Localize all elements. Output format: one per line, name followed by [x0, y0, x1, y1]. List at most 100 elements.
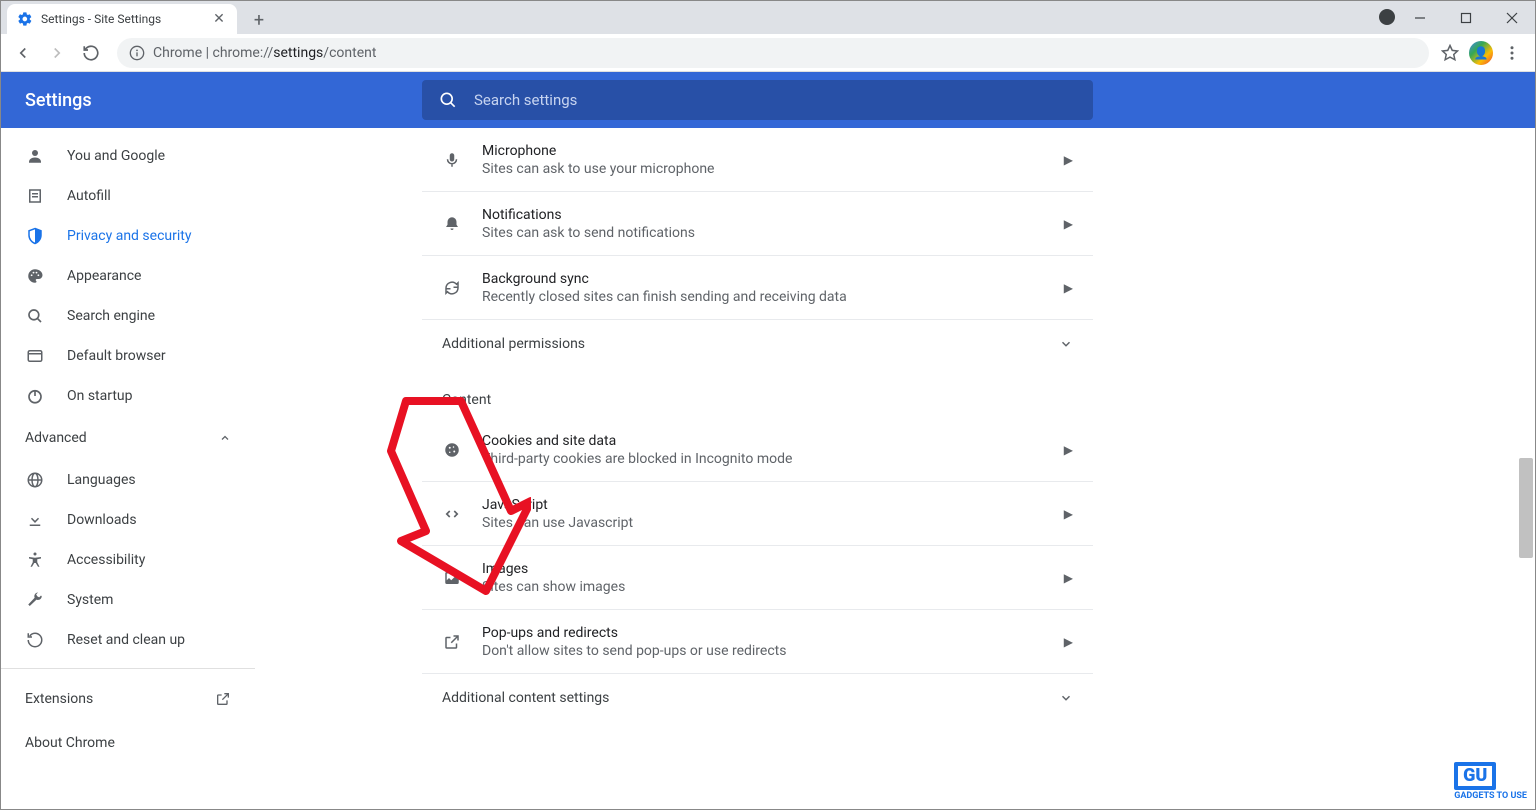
open-external-icon: [215, 691, 231, 707]
sidebar-about-chrome[interactable]: About Chrome: [1, 721, 255, 765]
row-additional-content[interactable]: Additional content settings: [422, 674, 1093, 722]
forward-button[interactable]: [43, 39, 71, 67]
sidebar-item-system[interactable]: System: [1, 580, 243, 620]
sidebar-advanced-toggle[interactable]: Advanced: [1, 416, 255, 460]
back-button[interactable]: [9, 39, 37, 67]
search-settings-box[interactable]: [422, 80, 1093, 120]
sidebar-item-accessibility[interactable]: Accessibility: [1, 540, 243, 580]
sidebar-label: Privacy and security: [67, 228, 191, 244]
sidebar-label: Search engine: [67, 308, 155, 324]
chevron-right-icon: ▶: [1064, 217, 1073, 231]
tab-close-icon[interactable]: ✕: [211, 11, 227, 27]
chevron-right-icon: ▶: [1064, 281, 1073, 295]
search-icon: [25, 307, 45, 325]
window-controls: [1397, 1, 1535, 34]
shield-icon: [25, 227, 45, 245]
sidebar-label: You and Google: [67, 148, 165, 164]
settings-sidebar: You and Google Autofill Privacy and secu…: [1, 128, 255, 809]
sidebar-label: On startup: [67, 388, 133, 404]
globe-icon: [25, 471, 45, 489]
browser-menu-icon[interactable]: [1503, 44, 1521, 62]
accessibility-icon: [25, 551, 45, 569]
chevron-right-icon: ▶: [1064, 571, 1073, 585]
browser-icon: [25, 347, 45, 365]
palette-icon: [25, 267, 45, 285]
row-sub: Sites can ask to use your microphone: [482, 161, 1044, 177]
watermark: GU GADGETS TO USE: [1454, 762, 1527, 801]
launch-icon: [442, 633, 462, 651]
sidebar-label: Appearance: [67, 268, 141, 284]
content-section-label: Content: [422, 368, 1093, 418]
row-images[interactable]: Images Sites can show images ▶: [422, 546, 1093, 610]
record-indicator-icon: [1379, 9, 1395, 25]
row-sub: Sites can ask to send notifications: [482, 225, 1044, 241]
address-bar[interactable]: Chrome | chrome://settings/content: [117, 38, 1429, 68]
row-title: JavaScript: [482, 497, 1044, 513]
maximize-button[interactable]: [1443, 1, 1489, 34]
reload-button[interactable]: [77, 39, 105, 67]
sidebar-extensions[interactable]: Extensions: [1, 677, 255, 721]
search-icon: [438, 90, 458, 110]
power-icon: [25, 387, 45, 405]
sidebar-label: Default browser: [67, 348, 166, 364]
sidebar-item-default-browser[interactable]: Default browser: [1, 336, 243, 376]
row-title: Images: [482, 561, 1044, 577]
settings-main: Microphone Sites can ask to use your mic…: [255, 128, 1535, 809]
assignment-icon: [25, 187, 45, 205]
browser-toolbar: Chrome | chrome://settings/content 👤: [1, 34, 1535, 72]
image-icon: [442, 569, 462, 587]
sidebar-label: Autofill: [67, 188, 111, 204]
row-cookies[interactable]: Cookies and site data Third-party cookie…: [422, 418, 1093, 482]
row-sub: Don't allow sites to send pop-ups or use…: [482, 643, 1044, 659]
site-settings-panel: Microphone Sites can ask to use your mic…: [422, 128, 1093, 722]
chevron-down-icon: [1059, 337, 1073, 351]
search-settings-input[interactable]: [474, 91, 1077, 109]
new-tab-button[interactable]: +: [245, 6, 273, 34]
sidebar-item-you-and-google[interactable]: You and Google: [1, 136, 243, 176]
chevron-right-icon: ▶: [1064, 507, 1073, 521]
wrench-icon: [25, 591, 45, 609]
settings-header: Settings: [1, 72, 1535, 128]
row-notifications[interactable]: Notifications Sites can ask to send noti…: [422, 192, 1093, 256]
chevron-right-icon: ▶: [1064, 153, 1073, 167]
site-info-icon[interactable]: [129, 45, 145, 61]
row-additional-permissions[interactable]: Additional permissions: [422, 320, 1093, 368]
person-icon: [25, 147, 45, 165]
bell-icon: [442, 215, 462, 233]
sidebar-item-search-engine[interactable]: Search engine: [1, 296, 243, 336]
row-sub: Third-party cookies are blocked in Incog…: [482, 451, 1044, 467]
row-popups-redirects[interactable]: Pop-ups and redirects Don't allow sites …: [422, 610, 1093, 674]
sidebar-item-autofill[interactable]: Autofill: [1, 176, 243, 216]
sidebar-item-reset[interactable]: Reset and clean up: [1, 620, 243, 660]
row-sub: Recently closed sites can finish sending…: [482, 289, 1044, 305]
row-sub: Sites can use Javascript: [482, 515, 1044, 531]
row-title: Background sync: [482, 271, 1044, 287]
settings-title: Settings: [25, 90, 422, 111]
row-title: Notifications: [482, 207, 1044, 223]
close-window-button[interactable]: [1489, 1, 1535, 34]
profile-avatar[interactable]: 👤: [1469, 41, 1493, 65]
sidebar-item-on-startup[interactable]: On startup: [1, 376, 243, 416]
row-microphone[interactable]: Microphone Sites can ask to use your mic…: [422, 128, 1093, 192]
browser-tab[interactable]: Settings - Site Settings ✕: [7, 4, 237, 34]
sidebar-item-languages[interactable]: Languages: [1, 460, 243, 500]
cookie-icon: [442, 441, 462, 459]
row-javascript[interactable]: JavaScript Sites can use Javascript ▶: [422, 482, 1093, 546]
row-title: Microphone: [482, 143, 1044, 159]
minimize-button[interactable]: [1397, 1, 1443, 34]
tab-title: Settings - Site Settings: [41, 12, 203, 26]
sidebar-label: Languages: [67, 472, 136, 488]
row-sub: Sites can show images: [482, 579, 1044, 595]
code-icon: [442, 505, 462, 523]
sidebar-item-appearance[interactable]: Appearance: [1, 256, 243, 296]
sidebar-item-privacy-security[interactable]: Privacy and security: [1, 216, 243, 256]
row-background-sync[interactable]: Background sync Recently closed sites ca…: [422, 256, 1093, 320]
sidebar-item-downloads[interactable]: Downloads: [1, 500, 243, 540]
scrollbar-thumb[interactable]: [1519, 458, 1533, 558]
mic-icon: [442, 151, 462, 169]
sync-icon: [442, 279, 462, 297]
row-title: Cookies and site data: [482, 433, 1044, 449]
chevron-right-icon: ▶: [1064, 443, 1073, 457]
bookmark-star-icon[interactable]: [1441, 44, 1459, 62]
tab-favicon-icon: [17, 11, 33, 27]
